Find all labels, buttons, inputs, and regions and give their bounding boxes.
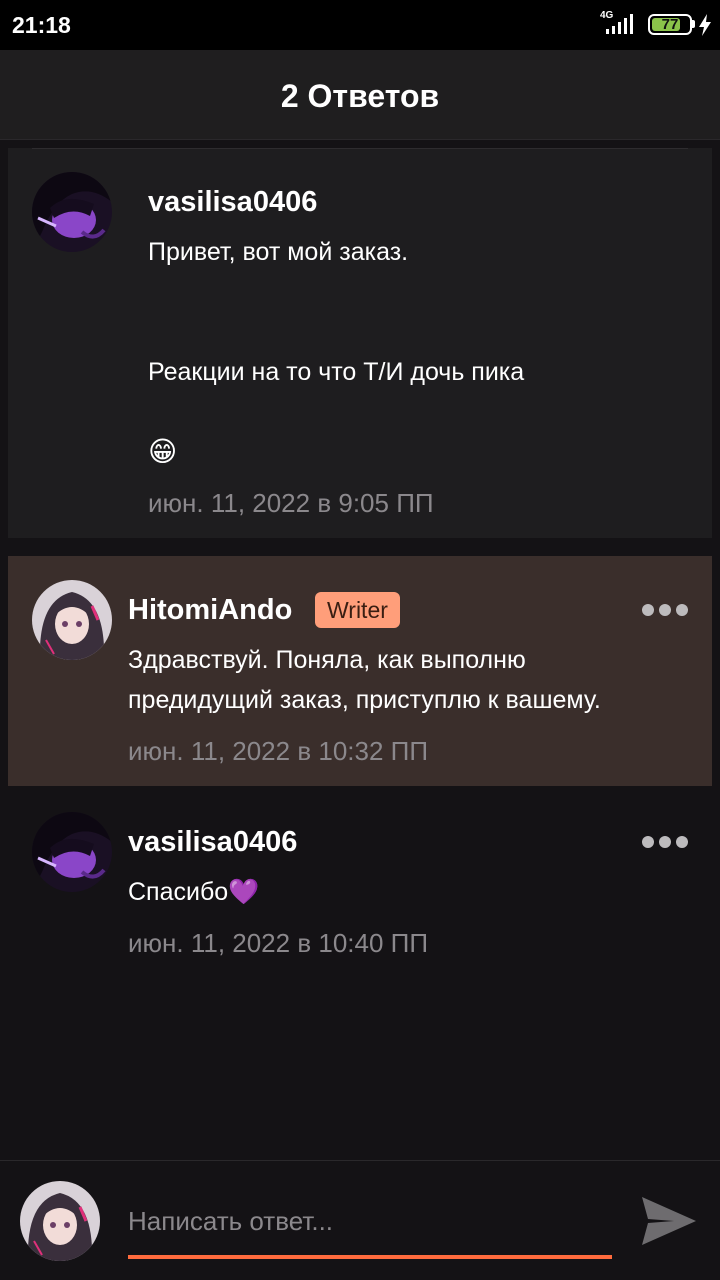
comment-card-reply: vasilisa0406 Спасибо💜 июн. 11, 2022 в 10… (0, 796, 720, 996)
comment-timestamp: июн. 11, 2022 в 9:05 ПП (148, 488, 434, 518)
divider (32, 148, 688, 149)
signal-icon (606, 14, 633, 34)
comment-username[interactable]: vasilisa0406 (148, 186, 317, 219)
comment-emoji: 😁 (148, 436, 178, 467)
status-time: 21:18 (12, 12, 71, 38)
send-icon[interactable] (640, 1193, 698, 1249)
battery-icon: 77 (648, 14, 692, 35)
avatar-purple-icon (32, 812, 112, 892)
avatar-anime-girl-icon (32, 580, 112, 660)
writer-badge: Writer (315, 592, 400, 628)
comment-line: Спасибо💜 (128, 878, 260, 906)
battery-percent: 77 (661, 16, 679, 33)
comment-body: Спасибо💜 (128, 872, 688, 912)
comment-line: предидущий заказ, приступлю к вашему. (128, 686, 601, 714)
user-avatar[interactable] (32, 580, 112, 660)
user-avatar[interactable] (32, 172, 112, 252)
more-options-icon[interactable] (642, 832, 688, 852)
comment-timestamp: июн. 11, 2022 в 10:40 ПП (128, 928, 429, 958)
comment-card-writer: HitomiAndo Writer Здравствуй. Поняла, ка… (8, 556, 712, 786)
reply-input[interactable] (128, 1195, 612, 1259)
charging-bolt-icon (699, 14, 711, 36)
header: 2 Ответов (0, 50, 720, 140)
comment-username[interactable]: HitomiAndo (128, 594, 292, 627)
page-title: 2 Ответов (280, 78, 440, 114)
comment-line: Привет, вот мой заказ. (148, 238, 409, 266)
avatar-anime-girl-icon (20, 1181, 100, 1261)
comment-card-original: vasilisa0406 Привет, вот мой заказ. Реак… (8, 148, 712, 538)
comment-timestamp: июн. 11, 2022 в 10:32 ПП (128, 736, 429, 766)
comment-body: Привет, вот мой заказ. Реакции на то что… (148, 232, 688, 472)
more-options-icon[interactable] (642, 600, 688, 620)
comment-username[interactable]: vasilisa0406 (128, 826, 297, 859)
avatar-purple-icon (32, 172, 112, 252)
comment-line (148, 272, 688, 312)
user-avatar[interactable] (32, 812, 112, 892)
battery-tip (692, 20, 695, 28)
status-bar: 21:18 4G 77 (0, 0, 720, 50)
comment-line (148, 312, 688, 352)
reply-bar (0, 1160, 720, 1280)
comment-line: Реакции на то что Т/И дочь пика (148, 358, 525, 386)
current-user-avatar (20, 1181, 100, 1261)
comment-line: Здравствуй. Поняла, как выполню (128, 646, 526, 674)
comment-line (148, 392, 688, 432)
comment-body: Здравствуй. Поняла, как выполню предидущ… (128, 640, 698, 720)
